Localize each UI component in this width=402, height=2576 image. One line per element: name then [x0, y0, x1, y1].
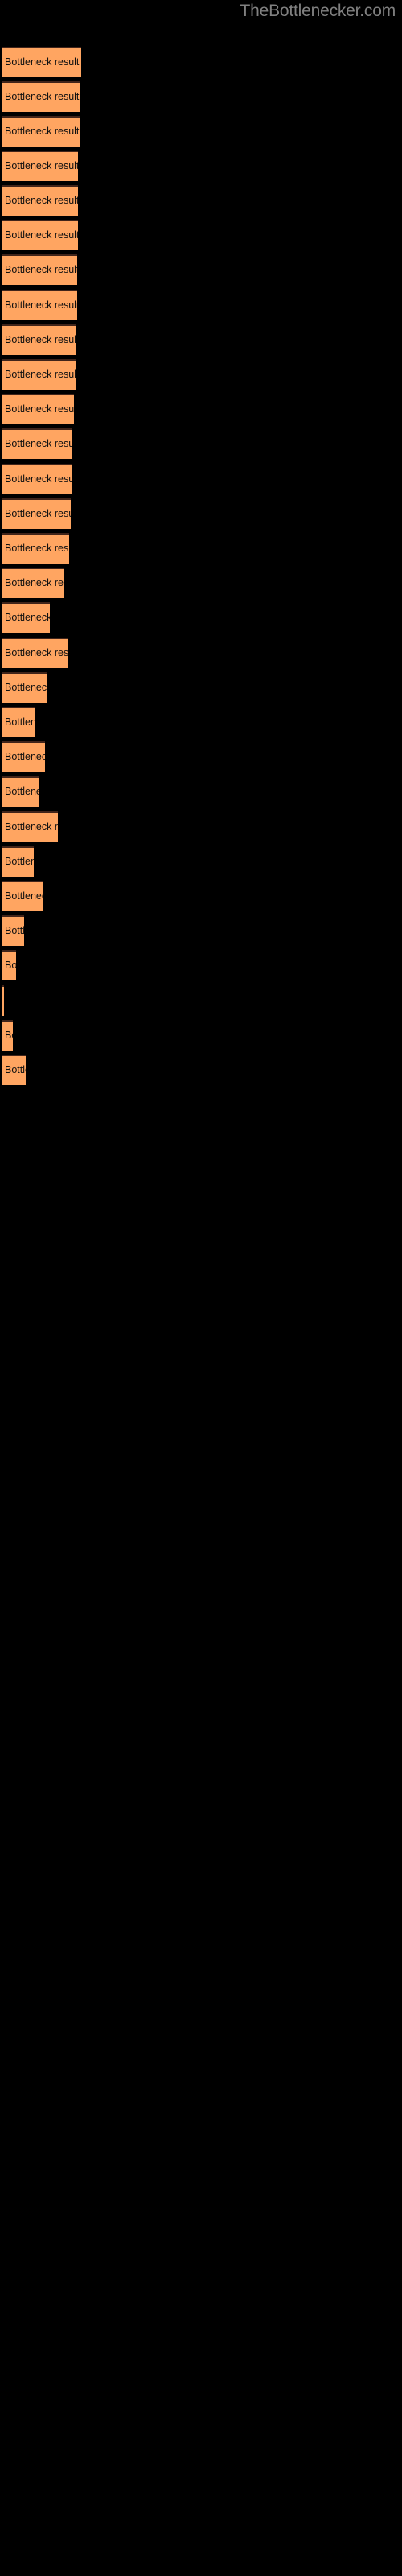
- bar-segment[interactable]: Bottleneck result: [2, 602, 50, 633]
- bar-segment[interactable]: Bottleneck result: [2, 394, 74, 424]
- bar-label: Bottleneck result: [5, 369, 76, 380]
- bar-label: Bottleneck result: [5, 716, 35, 728]
- bar-row: Bottleneck result: [0, 533, 402, 564]
- bar-label: Bottleneck result: [5, 682, 47, 693]
- bar-row: Bottleneck result: [0, 638, 402, 668]
- bar-row: Bottleneck result: [0, 324, 402, 355]
- bar-segment[interactable]: Bottleneck result: [2, 533, 69, 564]
- bar-row: Bottleneck result: [0, 776, 402, 807]
- bar-segment[interactable]: Bottleneck result: [2, 568, 64, 598]
- bar-label: Bottleneck result: [5, 160, 78, 171]
- bar-row: Bottleneck result: [0, 1020, 402, 1051]
- bar-label: Bottleneck result: [5, 473, 72, 485]
- bar-label: Bottleneck result: [5, 195, 78, 206]
- bar-segment[interactable]: Bottleneck result: [2, 185, 78, 216]
- bar-label: Bottleneck result: [5, 786, 39, 797]
- bar-row: Bottleneck result: [0, 881, 402, 911]
- bar-row: Bottleneck result: [0, 1055, 402, 1085]
- bar-row: Bottleneck result: [0, 568, 402, 598]
- bar-row: Bottleneck result: [0, 254, 402, 285]
- bar-row: Bottleneck result: [0, 707, 402, 737]
- bar-segment[interactable]: Bottleneck result: [2, 776, 39, 807]
- bar-row: Bottleneck result: [0, 811, 402, 842]
- bar-label: Bottleneck result: [5, 543, 69, 554]
- bar-segment[interactable]: Bottleneck result: [2, 915, 24, 946]
- bar-label: Bottleneck result: [5, 126, 80, 137]
- bar-row: Bottleneck result: [0, 915, 402, 946]
- bar-row: Bottleneck result: [0, 116, 402, 147]
- bar-segment[interactable]: Bottleneck result: [2, 254, 77, 285]
- bar-label: Bottleneck result: [5, 299, 77, 311]
- bar-segment[interactable]: Bottleneck result: [2, 672, 47, 703]
- bar-label: Bottleneck result: [5, 508, 71, 519]
- bar-label: Bottleneck result: [5, 1064, 26, 1075]
- bar-segment[interactable]: Bottleneck result: [2, 47, 81, 77]
- bar-row: Bottleneck result: [0, 498, 402, 529]
- bar-segment[interactable]: Bottleneck result: [2, 290, 77, 320]
- bar-label: Bottleneck result: [5, 264, 77, 275]
- bar-row: Bottleneck result: [0, 220, 402, 250]
- bar-segment[interactable]: Bottleneck result: [2, 741, 45, 772]
- bar-segment[interactable]: Bottleneck result: [2, 881, 43, 911]
- bar-segment[interactable]: Bottleneck result: [2, 151, 78, 181]
- bar-row: Bottleneck result: [0, 602, 402, 633]
- bar-segment[interactable]: Bottleneck result: [2, 638, 68, 668]
- bar-segment[interactable]: Bottleneck result: [2, 811, 58, 842]
- bottleneck-bar-chart: TheBottlenecker.com Bottleneck result Bot…: [0, 0, 402, 2576]
- bar-segment[interactable]: Bottleneck result: [2, 950, 16, 980]
- bar-segment[interactable]: Bottleneck result: [2, 707, 35, 737]
- bar-row: Bottleneck result: [0, 985, 402, 1016]
- bar-label: Bottleneck result: [5, 960, 16, 971]
- bar-row: Bottleneck result: [0, 741, 402, 772]
- bar-label: Bottleneck result: [5, 821, 58, 832]
- bar-row: Bottleneck result: [0, 428, 402, 459]
- bar-segment[interactable]: Bottleneck result: [2, 116, 80, 147]
- bar-segment[interactable]: Bottleneck result: [2, 324, 76, 355]
- bar-row: Bottleneck result: [0, 47, 402, 77]
- bar-row: Bottleneck result: [0, 185, 402, 216]
- bar-segment[interactable]: Bottleneck result: [2, 464, 72, 494]
- bar-row: Bottleneck result: [0, 950, 402, 980]
- bar-label: Bottleneck result: [5, 334, 76, 345]
- chart-plot-area: Bottleneck result Bottleneck result Bottle…: [0, 0, 402, 2576]
- bar-segment[interactable]: Bottleneck result: [2, 81, 80, 112]
- bar-segment[interactable]: Bottleneck result: [2, 846, 34, 877]
- bar-label: Bottleneck result: [5, 91, 80, 102]
- bar-label: Bottleneck result: [5, 612, 50, 623]
- bar-label: Bottleneck result: [5, 856, 34, 867]
- bar-segment[interactable]: Bottleneck result: [2, 1055, 26, 1085]
- bar-segment[interactable]: Bottleneck result: [2, 985, 4, 1016]
- bar-label: Bottleneck result: [5, 403, 74, 415]
- bar-label: Bottleneck result: [5, 925, 24, 936]
- bar-segment[interactable]: Bottleneck result: [2, 1020, 13, 1051]
- bar-label: Bottleneck result: [5, 890, 43, 902]
- bar-row: Bottleneck result: [0, 672, 402, 703]
- bar-segment[interactable]: Bottleneck result: [2, 220, 78, 250]
- bar-label: Bottleneck result: [5, 751, 45, 762]
- bar-row: Bottleneck result: [0, 394, 402, 424]
- bar-label: Bottleneck result: [5, 1030, 13, 1041]
- bar-row: Bottleneck result: [0, 464, 402, 494]
- bar-row: Bottleneck result: [0, 81, 402, 112]
- bar-label: Bottleneck result: [5, 438, 72, 449]
- bar-label: Bottleneck result: [5, 647, 68, 658]
- bar-label: Bottleneck result: [5, 56, 80, 68]
- bar-label: Bottleneck result: [5, 229, 78, 241]
- bar-row: Bottleneck result: [0, 359, 402, 390]
- bar-row: Bottleneck result: [0, 151, 402, 181]
- bar-label: Bottleneck result: [5, 577, 64, 588]
- bar-segment[interactable]: Bottleneck result: [2, 428, 72, 459]
- bar-row: Bottleneck result: [0, 846, 402, 877]
- bar-row: Bottleneck result: [0, 290, 402, 320]
- bar-segment[interactable]: Bottleneck result: [2, 359, 76, 390]
- bar-segment[interactable]: Bottleneck result: [2, 498, 71, 529]
